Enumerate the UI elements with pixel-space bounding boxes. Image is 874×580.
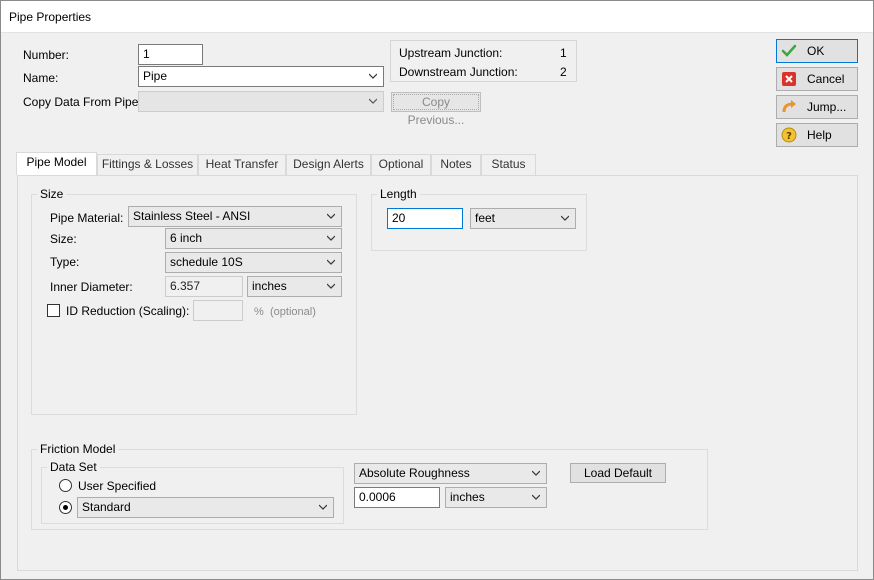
chevron-down-icon [327,213,335,219]
chevron-down-icon [327,283,335,289]
chevron-down-icon [327,259,335,265]
help-button[interactable]: ? Help [776,123,858,147]
ok-button[interactable]: OK [776,39,858,63]
roughness-value-input[interactable]: 0.0006 [354,487,440,508]
inner-diameter-field[interactable]: 6.357 [165,276,243,297]
jump-button-label: Jump... [807,100,847,114]
data-set-title: Data Set [47,460,100,474]
friction-model-group: Friction Model Data Set User Specified S… [31,442,708,530]
percent-unit-label: % [254,306,264,318]
roughness-type-value: Absolute Roughness [359,466,470,480]
chevron-down-icon [369,98,377,104]
friction-model-title: Friction Model [37,442,119,456]
checkmark-icon [781,44,797,57]
standard-radio[interactable] [59,501,72,514]
help-button-label: Help [807,128,832,142]
roughness-unit-dropdown[interactable]: inches [445,487,547,508]
chevron-down-icon [561,215,569,221]
upstream-junction-value: 1 [560,46,567,60]
chevron-down-icon [532,470,540,476]
copy-previous-button[interactable]: Copy Previous... [391,92,481,127]
user-specified-radio[interactable] [59,479,72,492]
pipe-material-dropdown[interactable]: Stainless Steel - ANSI [128,206,342,227]
length-unit-dropdown[interactable]: feet [470,208,576,229]
number-input[interactable]: 1 [138,44,203,65]
data-set-group: Data Set User Specified Standard [41,460,344,524]
downstream-junction-label: Downstream Junction: [399,65,518,79]
type-dropdown[interactable]: schedule 10S [165,252,342,273]
upstream-junction-label: Upstream Junction: [399,46,503,60]
name-combobox[interactable]: Pipe [138,66,384,87]
size-group: Size Pipe Material: Stainless Steel - AN… [31,187,357,415]
length-unit-value: feet [475,211,496,225]
chevron-down-icon [369,73,377,79]
length-group: Length 20 feet [371,187,587,251]
pipe-material-label: Pipe Material: [50,211,124,225]
tab-design-alerts[interactable]: Design Alerts [286,154,371,175]
copy-data-dropdown[interactable] [138,91,384,112]
standard-dataset-dropdown[interactable]: Standard [77,497,334,518]
name-label: Name: [23,71,59,85]
tab-optional[interactable]: Optional [371,154,431,175]
inner-diameter-unit-value: inches [252,279,287,293]
name-value: Pipe [143,69,168,83]
tab-status[interactable]: Status [481,154,536,175]
chevron-down-icon [319,504,327,510]
title-bar: Pipe Properties [1,1,873,33]
svg-text:?: ? [786,131,792,142]
optional-hint: (optional) [270,306,316,318]
jump-arrow-icon [782,100,796,113]
close-icon [782,72,796,86]
type-label: Type: [50,255,80,269]
load-default-button[interactable]: Load Default [570,463,666,483]
size-group-title: Size [37,187,67,201]
number-label: Number: [23,48,70,62]
roughness-unit-value: inches [450,490,485,504]
standard-dataset-value: Standard [82,500,131,514]
copy-data-label: Copy Data From Pipe... [23,95,149,109]
junction-info-box: Upstream Junction: 1 Downstream Junction… [390,40,577,82]
inner-diameter-unit-dropdown[interactable]: inches [247,276,342,297]
chevron-down-icon [532,494,540,500]
pipe-properties-dialog: Pipe Properties Number: 1 Name: Pipe Cop… [0,0,874,580]
help-icon: ? [781,127,797,143]
cancel-button-label: Cancel [807,72,845,86]
id-reduction-label: ID Reduction (Scaling): [66,304,190,318]
length-input[interactable]: 20 [387,208,463,229]
inner-diameter-label: Inner Diameter: [50,280,133,294]
chevron-down-icon [327,235,335,241]
dialog-title: Pipe Properties [9,10,92,24]
tab-notes[interactable]: Notes [431,154,481,175]
pipe-model-panel: Size Pipe Material: Stainless Steel - AN… [17,175,858,571]
type-value: schedule 10S [170,255,243,269]
cancel-button[interactable]: Cancel [776,67,858,91]
size-dropdown[interactable]: 6 inch [165,228,342,249]
id-reduction-checkbox[interactable] [47,304,60,317]
pipe-material-value: Stainless Steel - ANSI [133,209,251,223]
jump-button[interactable]: Jump... [776,95,858,119]
tab-heat-transfer[interactable]: Heat Transfer [198,154,286,175]
user-specified-label: User Specified [78,479,157,493]
roughness-type-dropdown[interactable]: Absolute Roughness [354,463,547,484]
ok-button-label: OK [807,44,825,58]
tab-fittings-losses[interactable]: Fittings & Losses [97,154,198,175]
downstream-junction-value: 2 [560,65,567,79]
size-value: 6 inch [170,231,203,245]
size-label: Size: [50,232,77,246]
id-reduction-field[interactable] [193,300,243,321]
tab-pipe-model[interactable]: Pipe Model [16,152,97,175]
length-group-title: Length [377,187,420,201]
